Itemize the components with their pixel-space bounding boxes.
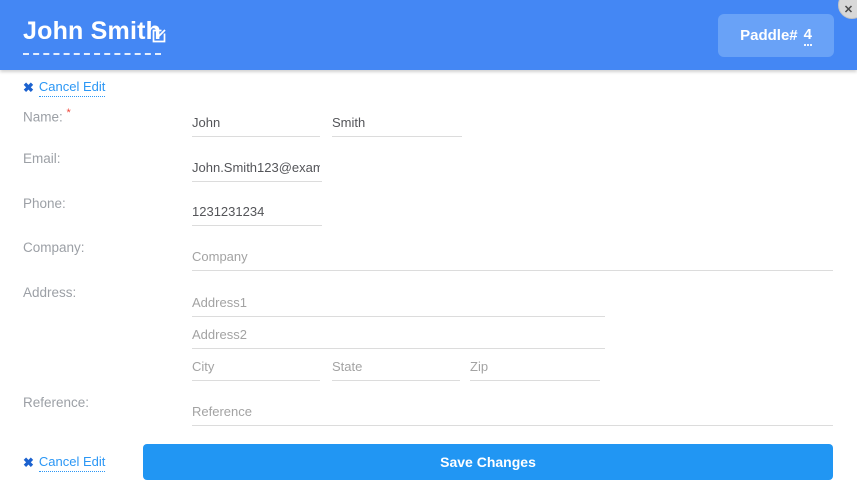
panel-header: John Smith Paddle# 4 xyxy=(0,0,857,70)
save-changes-button[interactable]: Save Changes xyxy=(143,444,833,480)
edit-contact-panel: John Smith Paddle# 4 ✕ ✖ Cancel Edit Nam… xyxy=(0,0,857,494)
last-name-input[interactable] xyxy=(332,107,462,137)
phone-label: Phone: xyxy=(23,196,66,211)
state-input[interactable] xyxy=(332,351,460,381)
city-input[interactable] xyxy=(192,351,320,381)
required-asterisk: * xyxy=(67,107,71,119)
cancel-edit-label: Cancel Edit xyxy=(39,79,105,97)
cancel-x-icon: ✖ xyxy=(23,80,34,96)
address2-input[interactable] xyxy=(192,319,605,349)
paddle-number-value: 4 xyxy=(804,26,812,46)
email-input[interactable] xyxy=(192,152,322,182)
address-label: Address: xyxy=(23,285,76,300)
first-name-input[interactable] xyxy=(192,107,320,137)
company-label: Company: xyxy=(23,240,85,255)
address1-input[interactable] xyxy=(192,287,605,317)
cancel-edit-link-top[interactable]: ✖ Cancel Edit xyxy=(23,79,105,97)
name-label-text: Name: xyxy=(23,110,63,125)
contact-name-title: John Smith xyxy=(23,17,161,55)
paddle-number-button[interactable]: Paddle# 4 xyxy=(718,14,834,57)
cancel-edit-label: Cancel Edit xyxy=(39,454,105,472)
reference-input[interactable] xyxy=(192,396,833,426)
edit-name-icon[interactable] xyxy=(152,29,166,43)
close-icon: ✕ xyxy=(844,3,853,16)
company-input[interactable] xyxy=(192,241,833,271)
name-label: Name: * xyxy=(23,107,71,125)
cancel-edit-link-bottom[interactable]: ✖ Cancel Edit xyxy=(23,454,105,472)
reference-label: Reference: xyxy=(23,395,89,410)
paddle-label: Paddle# xyxy=(740,27,798,44)
cancel-x-icon: ✖ xyxy=(23,455,34,471)
phone-input[interactable] xyxy=(192,196,322,226)
zip-input[interactable] xyxy=(470,351,600,381)
email-label: Email: xyxy=(23,151,61,166)
